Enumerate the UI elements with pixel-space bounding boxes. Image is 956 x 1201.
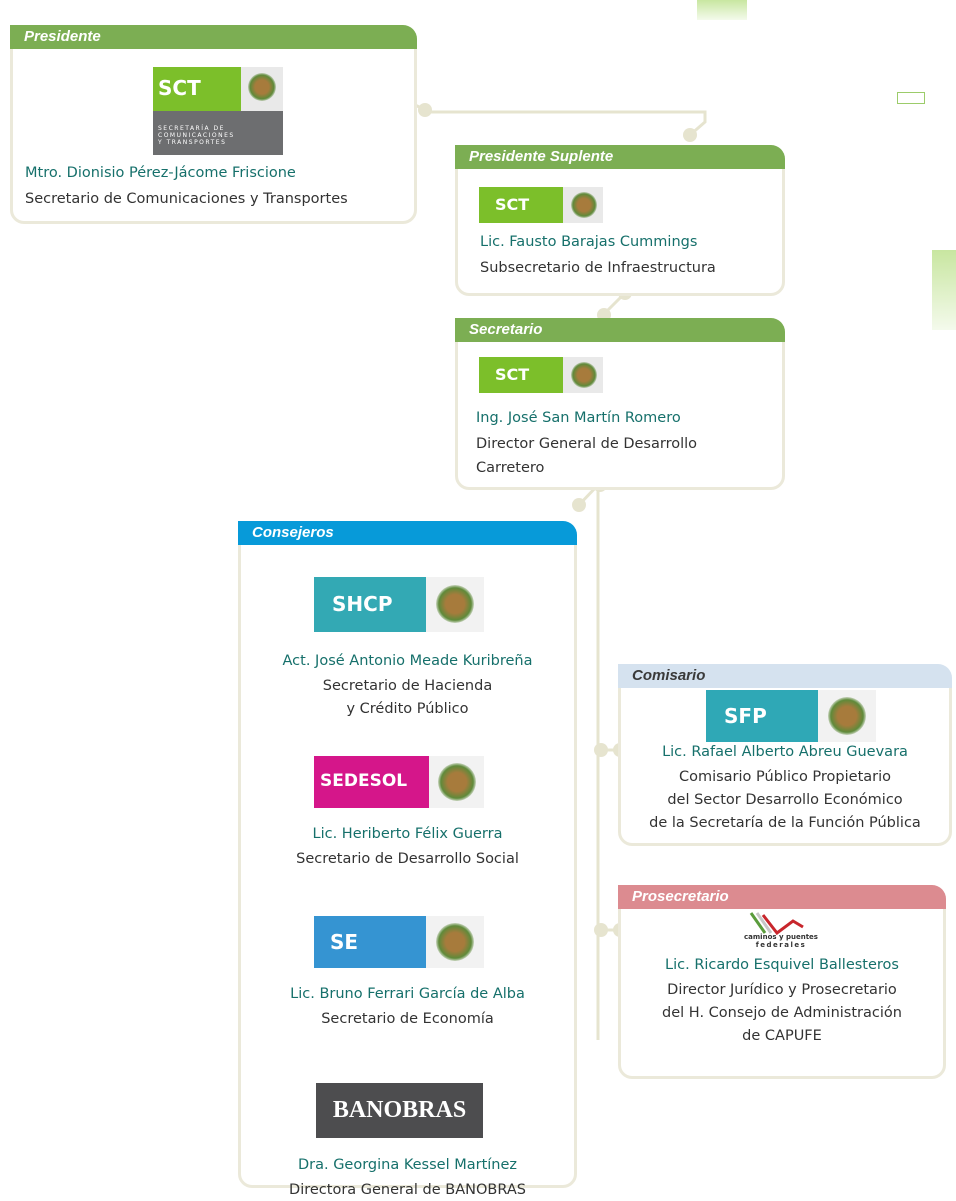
capufe-logo-text: caminos y puentes [744, 933, 818, 941]
suplente-card: Presidente Suplente SCT Lic. Fausto Bara… [455, 145, 785, 296]
sct-logo: SCT [479, 187, 603, 223]
prosecretario-role-line: del H. Consejo de Administración [662, 1005, 902, 1021]
se-logo-text: SE [330, 930, 359, 954]
sct-logo-text: SCT [158, 76, 201, 100]
connector-president-suplente [414, 103, 707, 140]
comisario-card: Comisario SFP Lic. Rafael Alberto Abreu … [618, 664, 952, 846]
sct-logo-text: SCT [495, 365, 530, 384]
sedesol-logo: SEDESOL [314, 756, 484, 808]
comisario-name: Lic. Rafael Alberto Abreu Guevara [662, 744, 908, 760]
consejero-role-line: Secretario de Hacienda [322, 678, 493, 694]
connector-node [418, 103, 432, 117]
prosecretario-name: Lic. Ricardo Esquivel Ballesteros [665, 957, 899, 973]
consejero-name: Dra. Georgina Kessel Martínez [297, 1157, 518, 1173]
connector-node [594, 743, 608, 757]
suplente-header: Presidente Suplente [455, 145, 785, 169]
mexico-seal-icon [438, 763, 476, 801]
mexico-seal-icon [248, 73, 276, 101]
consejero-name: Lic. Heriberto Félix Guerra [312, 826, 503, 842]
consejero-role-line: Directora General de BANOBRAS [289, 1182, 526, 1198]
presidente-header: Presidente [10, 25, 417, 49]
secretario-name: Ing. José San Martín Romero [476, 410, 681, 426]
prosecretario-header: Prosecretario [618, 885, 946, 909]
consejero-name: Act. José Antonio Meade Kuribreña [282, 653, 533, 669]
banobras-logo-text: BANOBRAS [332, 1097, 467, 1123]
banobras-logo: BANOBRAS [316, 1083, 483, 1138]
comisario-header: Comisario [618, 664, 952, 688]
consejero-role-line: Secretario de Desarrollo Social [296, 851, 519, 867]
se-logo: SE [314, 916, 484, 968]
suplente-name: Lic. Fausto Barajas Cummings [480, 234, 698, 250]
connector-node [594, 923, 608, 937]
consejero-role-line: y Crédito Público [346, 701, 469, 717]
shcp-logo: SHCP [314, 577, 484, 632]
consejero-role-line: Secretario de Economía [321, 1011, 494, 1027]
mexico-seal-icon [571, 362, 597, 388]
consejero-name: Lic. Bruno Ferrari García de Alba [290, 986, 525, 1002]
sedesol-logo-text: SEDESOL [320, 771, 408, 791]
shcp-logo-text: SHCP [332, 592, 393, 616]
presidente-card: Presidente SCT SECRETARÍA DE COMUNICACIO… [10, 25, 417, 224]
comisario-role-line: de la Secretaría de la Función Pública [649, 815, 921, 831]
prosecretario-card: Prosecretario caminos y puentes federale… [618, 885, 946, 1079]
comisario-role-line: del Sector Desarrollo Económico [667, 792, 903, 808]
sct-logo: SCT [479, 357, 603, 393]
consejeros-header: Consejeros [238, 521, 577, 545]
mexico-seal-icon [436, 923, 474, 961]
mexico-seal-icon [436, 585, 474, 623]
mexico-seal-icon [571, 192, 597, 218]
secretario-header: Secretario [455, 318, 785, 342]
prosecretario-role-line: de CAPUFE [742, 1028, 822, 1044]
prosecretario-role-line: Director Jurídico y Prosecretario [667, 982, 897, 998]
secretario-role-line: Carretero [476, 460, 545, 476]
presidente-name: Mtro. Dionisio Pérez-Jácome Friscione [25, 165, 296, 181]
consejeros-card: Consejeros SHCP Act. José Antonio Meade … [238, 521, 577, 1198]
sct-logo-text: SCT [495, 195, 530, 214]
mexico-seal-icon [828, 697, 866, 735]
connector-node [572, 498, 586, 512]
connector-node [683, 128, 697, 142]
comisario-role-line: Comisario Público Propietario [678, 769, 892, 785]
sfp-logo-text: SFP [724, 704, 767, 728]
secretario-role-line: Director General de Desarrollo [476, 436, 698, 452]
sct-logo: SCT SECRETARÍA DE COMUNICACIONES Y TRANS… [153, 67, 283, 155]
sct-logo-subtext: SECRETARÍA DE COMUNICACIONES Y TRANSPORT… [158, 125, 235, 146]
secretario-card: Secretario SCT Ing. José San Martín Rome… [455, 318, 785, 490]
suplente-role: Subsecretario de Infraestructura [480, 260, 716, 276]
capufe-logo: caminos y puentes federales [731, 911, 831, 949]
capufe-logo-mark [749, 912, 804, 936]
sfp-logo: SFP [706, 690, 876, 742]
presidente-role: Secretario de Comunicaciones y Transport… [25, 191, 348, 207]
capufe-logo-text: federales [755, 941, 807, 949]
